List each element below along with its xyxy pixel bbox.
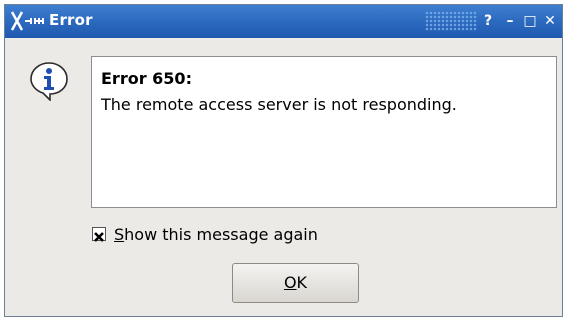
ok-mnemonic: O	[283, 273, 297, 292]
show-again-label-text: how this message again	[124, 225, 318, 244]
ok-label-text: K	[296, 273, 308, 292]
app-icon[interactable]	[9, 9, 47, 33]
checkmark-icon	[94, 232, 104, 242]
close-button[interactable]: ✕	[541, 12, 559, 30]
show-again-mnemonic: S	[114, 225, 125, 244]
message-box: Error 650: The remote access server is n…	[91, 56, 557, 208]
show-again-label[interactable]: Show this message again	[114, 225, 318, 244]
titlebar-decoration	[425, 11, 477, 31]
window-title: Error	[49, 11, 93, 29]
show-again-checkbox[interactable]	[92, 227, 106, 242]
maximize-button[interactable]: □	[521, 12, 539, 30]
error-dialog: Error ? – □ ✕ Error 650: The remote acce…	[4, 4, 563, 317]
error-message: The remote access server is not respondi…	[101, 95, 457, 114]
ok-button[interactable]: OK	[232, 263, 359, 303]
error-code: Error 650:	[101, 69, 192, 88]
info-icon	[30, 62, 68, 101]
minimize-button[interactable]: –	[501, 12, 519, 30]
title-bar[interactable]: Error ? – □ ✕	[5, 5, 562, 38]
help-button[interactable]: ?	[479, 12, 497, 30]
